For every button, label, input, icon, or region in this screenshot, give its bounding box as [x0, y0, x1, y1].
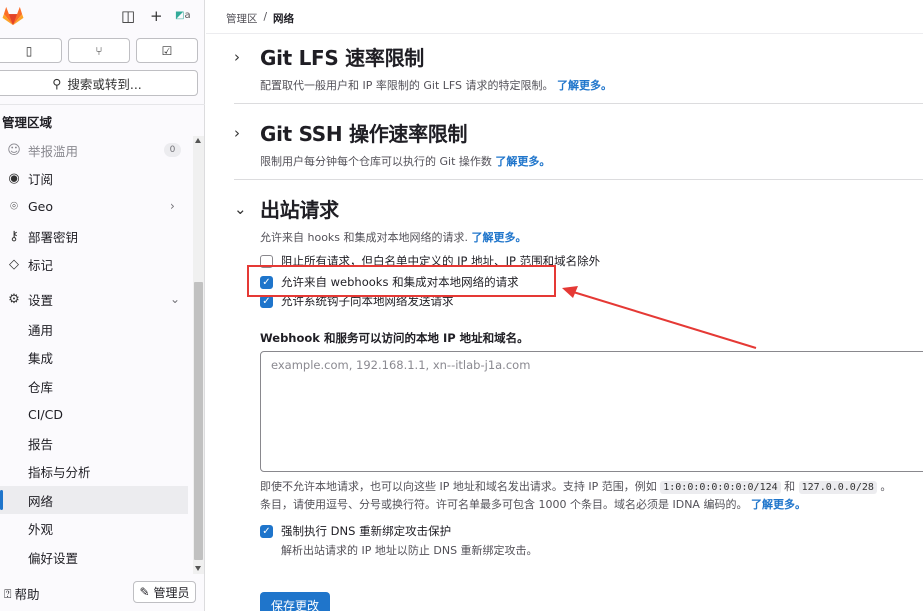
header-divider: [206, 33, 923, 34]
annotation-arrow-icon: [562, 286, 757, 349]
issues-icon: ▯: [25, 43, 33, 58]
highlight-annotation-box: [247, 265, 556, 297]
dns-rebinding-checkbox-row[interactable]: ✓ 强制执行 DNS 重新绑定攻击保护 解析出站请求的 IP 地址以防止 DNS…: [260, 523, 538, 558]
sidebar-item-reporting[interactable]: 报告: [0, 429, 188, 457]
save-changes-button[interactable]: 保存更改: [260, 592, 330, 611]
sidebar-toggle-icon[interactable]: ◫: [121, 8, 135, 24]
wrench-icon: ✎: [139, 585, 150, 599]
breadcrumb: 管理区 / 网络: [226, 11, 294, 26]
todo-icon: ☑: [161, 43, 173, 58]
admin-button[interactable]: ✎ 管理员: [133, 581, 196, 603]
sidebar-item-abuse-reports[interactable]: ☺ 举报滥用 0: [0, 136, 188, 164]
sidebar-item-deploy-keys[interactable]: ⚷ 部署密钥: [0, 222, 188, 250]
help-button[interactable]: ⍰ 帮助: [4, 584, 40, 603]
sidebar-nav: ☺ 举报滥用 0 ◉ 订阅 ⌾ Geo › ⚷ 部署密钥 ◇ 标记 ⚙ 设置 ⌄…: [0, 136, 193, 574]
search-label: 搜索或转到...: [67, 76, 142, 92]
merge-request-icon: ⑂: [95, 43, 103, 58]
subscription-icon: ◉: [8, 170, 20, 186]
sidebar-header: ◫ + ◩a: [0, 0, 205, 34]
section-description: 限制用户每分钟每个仓库可以执行的 Git 操作数 了解更多。: [260, 155, 551, 168]
section-header[interactable]: ⌄ 出站请求: [234, 194, 527, 223]
issues-button[interactable]: ▯: [0, 38, 62, 63]
section-title: Git LFS 速率限制: [260, 46, 424, 70]
breadcrumb-root[interactable]: 管理区: [226, 11, 258, 26]
sidebar-item-geo[interactable]: ⌾ Geo ›: [0, 192, 188, 220]
sidebar-item-appearance[interactable]: 外观: [0, 514, 188, 542]
section-description: 配置取代一般用户和 IP 率限制的 Git LFS 请求的特定限制。 了解更多。: [260, 79, 612, 92]
breadcrumb-separator: /: [263, 11, 268, 23]
search-icon: ⚲: [52, 75, 62, 91]
scrollbar-thumb[interactable]: [194, 282, 203, 560]
allowlist-placeholder: example.com, 192.168.1.1, xn--itlab-j1a.…: [271, 358, 531, 372]
scroll-up-arrow-icon[interactable]: [195, 138, 201, 143]
section-header[interactable]: › Git LFS 速率限制: [234, 42, 612, 71]
allowlist-help-text: 即使不允许本地请求，也可以向这些 IP 地址和域名发出请求。支持 IP 范围，例…: [260, 480, 892, 511]
sidebar-divider: [0, 104, 205, 105]
breadcrumb-current: 网络: [273, 13, 295, 25]
code-snippet: 1:0:0:0:0:0:0:0/124: [660, 481, 781, 494]
sidebar-scrollbar[interactable]: [193, 136, 204, 574]
dns-rebinding-checkbox[interactable]: ✓: [260, 525, 273, 538]
allowlist-textarea[interactable]: example.com, 192.168.1.1, xn--itlab-j1a.…: [260, 351, 923, 472]
search-button[interactable]: ⚲ 搜索或转到...: [0, 70, 198, 96]
sidebar-item-repository[interactable]: 仓库: [0, 372, 188, 400]
section-divider: [234, 103, 923, 104]
sidebar-item-preferences[interactable]: 偏好设置: [0, 543, 188, 571]
location-icon: ⌾: [10, 198, 18, 214]
key-icon: ⚷: [9, 228, 19, 244]
count-badge: 0: [164, 143, 181, 157]
avatar[interactable]: ◩a: [175, 7, 197, 25]
sidebar-footer: ⍰ 帮助 ✎ 管理员: [0, 578, 205, 608]
chevron-down-icon[interactable]: ⌄: [234, 200, 260, 218]
chevron-right-icon[interactable]: ›: [234, 48, 260, 66]
sidebar-item-metrics[interactable]: 指标与分析: [0, 457, 188, 485]
learn-more-link[interactable]: 了解更多。: [557, 79, 612, 92]
quick-actions: ▯ ⑂ ☑: [0, 38, 205, 64]
merge-requests-button[interactable]: ⑂: [68, 38, 130, 63]
sidebar-section-title: 管理区域: [2, 115, 53, 130]
code-snippet: 127.0.0.0/28: [798, 481, 877, 494]
chevron-right-icon[interactable]: ›: [234, 124, 260, 142]
sidebar-item-general[interactable]: 通用: [0, 315, 188, 343]
gear-icon: ⚙: [8, 291, 20, 307]
create-new-icon[interactable]: +: [150, 8, 163, 24]
section-description: 允许来自 hooks 和集成对本地网络的请求. 了解更多。: [260, 231, 527, 244]
section-title: 出站请求: [260, 198, 339, 222]
sidebar: ◫ + ◩a ▯ ⑂ ☑ ⚲ 搜索或转到... 管理区域 ☺ 举报滥用 0 ◉ …: [0, 0, 205, 611]
section-divider: [234, 179, 923, 180]
section-outbound-requests: ⌄ 出站请求 允许来自 hooks 和集成对本地网络的请求. 了解更多。: [234, 194, 527, 245]
scroll-down-arrow-icon[interactable]: [195, 566, 201, 571]
allowlist-label: Webhook 和服务可以访问的本地 IP 地址和域名。: [260, 331, 529, 345]
dns-rebinding-text: 强制执行 DNS 重新绑定攻击保护 解析出站请求的 IP 地址以防止 DNS 重…: [281, 524, 538, 557]
sidebar-item-subscription[interactable]: ◉ 订阅: [0, 164, 188, 192]
sidebar-item-integrations[interactable]: 集成: [0, 343, 188, 371]
sidebar-item-network[interactable]: 网络: [0, 486, 188, 514]
learn-more-link[interactable]: 了解更多。: [751, 498, 806, 511]
chevron-right-icon: ›: [170, 199, 175, 213]
chevron-down-icon: ⌄: [170, 292, 181, 306]
sidebar-item-ci-cd[interactable]: CI/CD: [0, 400, 188, 428]
help-icon: ⍰: [4, 585, 12, 601]
section-git-ssh: › Git SSH 操作速率限制 限制用户每分钟每个仓库可以执行的 Git 操作…: [234, 118, 550, 169]
label-icon: ◇: [9, 256, 19, 272]
gitlab-logo-icon[interactable]: [2, 6, 24, 26]
todos-button[interactable]: ☑: [136, 38, 198, 63]
abuse-report-icon: ☺: [7, 142, 21, 158]
learn-more-link[interactable]: 了解更多。: [472, 231, 527, 244]
sidebar-item-settings[interactable]: ⚙ 设置 ⌄: [0, 285, 188, 313]
section-git-lfs: › Git LFS 速率限制 配置取代一般用户和 IP 率限制的 Git LFS…: [234, 42, 612, 93]
learn-more-link[interactable]: 了解更多。: [495, 155, 550, 168]
section-title: Git SSH 操作速率限制: [260, 122, 468, 146]
sidebar-item-labels[interactable]: ◇ 标记: [0, 250, 188, 278]
section-header[interactable]: › Git SSH 操作速率限制: [234, 118, 550, 147]
